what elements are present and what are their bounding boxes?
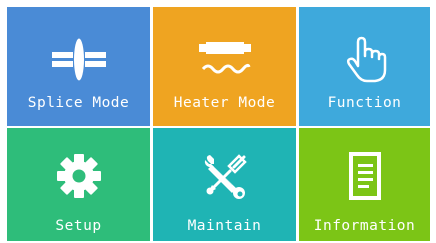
splice-icon <box>7 37 150 83</box>
gear-icon <box>7 152 150 200</box>
information-label: Information <box>313 218 416 234</box>
main-menu-screen: Splice Mode Heater Mode Function Setup M… <box>0 0 436 243</box>
heater-mode-tile[interactable]: Heater Mode <box>153 7 296 126</box>
wrench-screwdriver-icon <box>153 152 296 200</box>
hand-pointer-icon <box>299 36 430 83</box>
document-icon <box>299 152 430 200</box>
heater-icon <box>153 37 296 83</box>
splice-mode-label: Splice Mode <box>27 95 130 111</box>
maintain-label: Maintain <box>187 218 262 234</box>
maintain-tile[interactable]: Maintain <box>153 128 296 241</box>
information-tile[interactable]: Information <box>299 128 430 241</box>
function-tile[interactable]: Function <box>299 7 430 126</box>
splice-mode-tile[interactable]: Splice Mode <box>7 7 150 126</box>
heater-mode-label: Heater Mode <box>173 95 276 111</box>
setup-tile[interactable]: Setup <box>7 128 150 241</box>
setup-label: Setup <box>55 218 102 234</box>
function-label: Function <box>327 95 402 111</box>
